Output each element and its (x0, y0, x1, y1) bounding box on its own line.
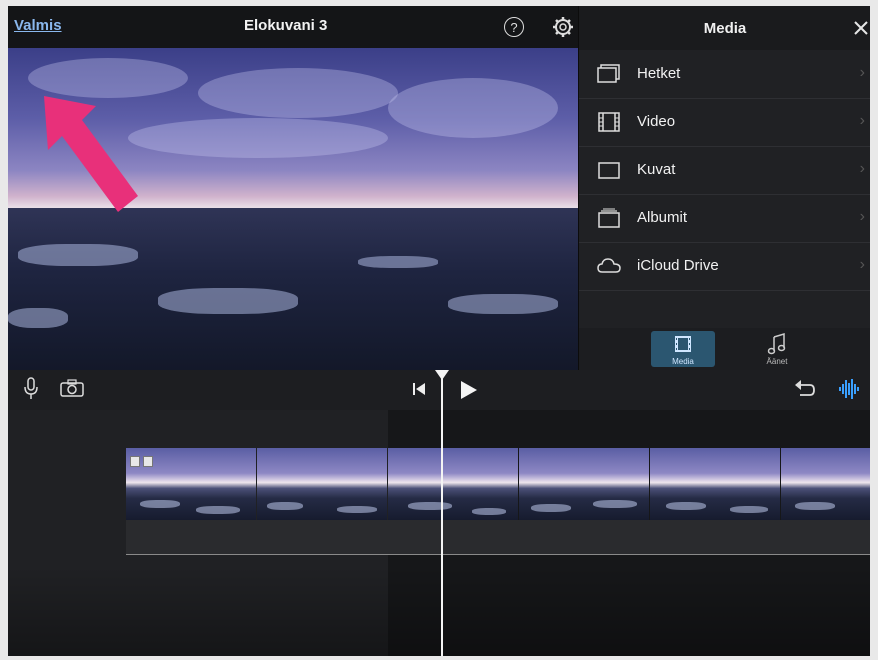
close-icon[interactable] (853, 20, 869, 36)
media-title: Media (703, 20, 747, 37)
clip-snow (408, 502, 452, 510)
audio-waveform-icon[interactable] (838, 378, 860, 400)
photo-icon (598, 162, 620, 179)
media-item-hetket[interactable]: Hetket › (579, 50, 870, 99)
help-icon[interactable]: ? (504, 17, 524, 37)
film-icon (598, 112, 620, 132)
media-panel: Media Hetket › Video › Kuvat › Albumit ›… (578, 6, 870, 370)
clip-snow (795, 502, 835, 510)
clip-thumbnail (519, 448, 649, 520)
media-item-label: Hetket (637, 65, 681, 82)
media-header: Media (579, 6, 870, 50)
clip-snow (267, 502, 303, 510)
clip-snow (140, 500, 180, 508)
clip-thumbnail (388, 448, 518, 520)
media-item-label: iCloud Drive (637, 257, 719, 274)
audio-lane[interactable] (126, 520, 870, 555)
clip-snow (531, 504, 571, 512)
media-item-albumit[interactable]: Albumit › (579, 194, 870, 243)
preview-cloud (388, 78, 558, 138)
clip-snow (593, 500, 637, 508)
imovie-screen: Valmis Elokuvani 3 ? Media Hetket › Vide… (8, 6, 870, 656)
preview-snow (8, 308, 68, 328)
preview-snow (448, 294, 558, 314)
undo-icon[interactable] (794, 379, 816, 399)
clip-thumbnail (257, 448, 387, 520)
media-item-label: Video (637, 113, 676, 130)
preview-snow (358, 256, 438, 268)
media-item-icloud-drive[interactable]: iCloud Drive › (579, 242, 870, 291)
cloud-icon (597, 258, 621, 273)
tab-media[interactable]: Media (651, 331, 715, 367)
clip-thumbnail (650, 448, 780, 520)
gear-icon[interactable] (552, 16, 574, 38)
clip-transition-icon (130, 456, 140, 467)
done-button[interactable]: Valmis (14, 17, 62, 34)
tab-label: Media (672, 357, 694, 366)
playhead[interactable] (441, 376, 443, 656)
chevron-right-icon: › (859, 160, 865, 177)
clip-title-icon (143, 456, 153, 467)
media-tab-bar: Media Äänet (579, 328, 870, 370)
chevron-right-icon: › (859, 256, 865, 273)
album-icon (598, 208, 620, 228)
tab-audio[interactable]: Äänet (745, 331, 809, 367)
video-preview[interactable] (8, 48, 578, 370)
tab-label: Äänet (766, 357, 788, 366)
chevron-right-icon: › (859, 112, 865, 129)
annotation-arrow-icon (44, 96, 138, 212)
clip-snow (730, 506, 768, 513)
clip-thumbnail (781, 448, 870, 520)
preview-cloud (128, 118, 388, 158)
skip-to-start-icon[interactable] (412, 382, 426, 396)
camera-icon[interactable] (60, 379, 84, 397)
media-item-video[interactable]: Video › (579, 98, 870, 147)
media-tab-icon (675, 336, 691, 352)
clip-snow (472, 508, 506, 515)
chevron-right-icon: › (859, 64, 865, 81)
media-item-label: Kuvat (637, 161, 676, 178)
clip-snow (337, 506, 377, 513)
top-bar: Valmis Elokuvani 3 ? (8, 6, 578, 48)
preview-snow (158, 288, 298, 314)
preview-landscape (8, 208, 578, 370)
moments-icon (597, 64, 620, 83)
bottom-shade (8, 566, 870, 656)
media-item-label: Albumit (637, 209, 688, 226)
microphone-icon[interactable] (24, 377, 38, 401)
clip-snow (666, 502, 706, 510)
clip-badges (130, 456, 153, 467)
preview-snow (18, 244, 138, 266)
project-title: Elokuvani 3 (244, 17, 328, 34)
media-item-kuvat[interactable]: Kuvat › (579, 146, 870, 195)
video-clip[interactable] (126, 448, 870, 520)
music-note-icon (767, 333, 786, 355)
play-icon[interactable] (460, 380, 478, 400)
preview-cloud (198, 68, 398, 118)
chevron-right-icon: › (859, 208, 865, 225)
clip-snow (196, 506, 240, 514)
clip-thumbnail (126, 448, 256, 520)
